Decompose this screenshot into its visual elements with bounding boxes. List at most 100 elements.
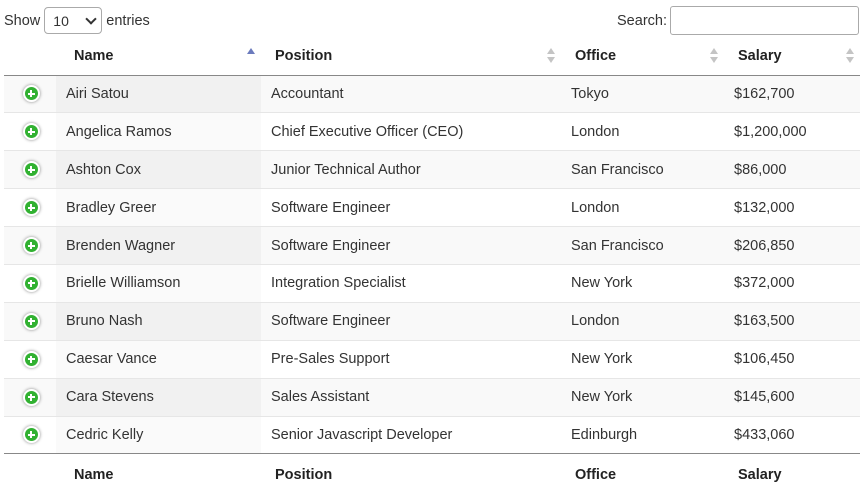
header-salary[interactable]: Salary: [724, 37, 860, 76]
cell-name: Cara Stevens: [56, 377, 261, 417]
cell-name: Airi Satou: [56, 75, 261, 113]
cell-salary: $162,700: [724, 75, 860, 113]
plus-circle-icon[interactable]: [22, 199, 40, 217]
row-control-cell: [4, 339, 56, 379]
cell-position: Integration Specialist: [261, 263, 561, 303]
table-row: Caesar Vance Pre-Sales Support New York …: [4, 339, 860, 379]
entries-per-page-select[interactable]: 10: [44, 7, 103, 34]
row-control-cell: [4, 188, 56, 227]
plus-circle-icon[interactable]: [22, 85, 40, 103]
footer-control-column: [4, 453, 56, 494]
cell-position: Junior Technical Author: [261, 150, 561, 189]
header-position[interactable]: Position: [261, 37, 561, 76]
search-box: Search:: [617, 6, 859, 35]
header-office-label: Office: [575, 47, 617, 64]
cell-position: Software Engineer: [261, 188, 561, 227]
cell-position: Pre-Sales Support: [261, 339, 561, 379]
header-name-label: Name: [74, 47, 114, 64]
plus-circle-icon[interactable]: [22, 388, 40, 406]
table-row: Brenden Wagner Software Engineer San Fra…: [4, 226, 860, 265]
cell-salary: $106,450: [724, 339, 860, 379]
cell-name: Cedric Kelly: [56, 415, 261, 454]
sort-asc-icon: [247, 48, 255, 54]
header-control-column: [4, 37, 56, 76]
cell-salary: $372,000: [724, 263, 860, 303]
row-control-cell: [4, 415, 56, 454]
cell-position: Chief Executive Officer (CEO): [261, 112, 561, 151]
show-label: Show: [4, 12, 41, 29]
cell-name: Ashton Cox: [56, 150, 261, 189]
cell-office: San Francisco: [561, 150, 724, 189]
cell-salary: $163,500: [724, 301, 860, 341]
plus-circle-icon[interactable]: [22, 426, 40, 444]
footer-office: Office: [561, 453, 724, 494]
cell-name: Angelica Ramos: [56, 112, 261, 151]
table-row: Cara Stevens Sales Assistant New York $1…: [4, 377, 860, 417]
sort-both-icon: [710, 48, 718, 64]
table-row: Airi Satou Accountant Tokyo $162,700: [4, 75, 860, 113]
plus-circle-icon[interactable]: [22, 274, 40, 292]
table-header-row: Name Position Office Salary: [4, 37, 860, 76]
cell-name: Bruno Nash: [56, 301, 261, 341]
footer-position: Position: [261, 453, 561, 494]
header-salary-label: Salary: [738, 47, 782, 64]
cell-position: Senior Javascript Developer: [261, 415, 561, 454]
cell-office: Tokyo: [561, 75, 724, 113]
row-control-cell: [4, 226, 56, 265]
plus-circle-icon[interactable]: [22, 350, 40, 368]
row-control-cell: [4, 150, 56, 189]
table-toolbar: Show 10 entries Search:: [0, 0, 864, 40]
search-input[interactable]: [670, 6, 859, 35]
cell-salary: $1,200,000: [724, 112, 860, 151]
cell-position: Sales Assistant: [261, 377, 561, 417]
cell-salary: $132,000: [724, 188, 860, 227]
plus-circle-icon[interactable]: [22, 123, 40, 141]
table-row: Cedric Kelly Senior Javascript Developer…: [4, 415, 860, 454]
cell-office: London: [561, 112, 724, 151]
cell-name: Caesar Vance: [56, 339, 261, 379]
sort-both-icon: [547, 48, 555, 64]
employee-table: Name Position Office Salary Airi Satou A…: [4, 37, 860, 494]
cell-salary: $433,060: [724, 415, 860, 454]
cell-salary: $86,000: [724, 150, 860, 189]
table-footer-row: Name Position Office Salary: [4, 453, 860, 494]
cell-office: San Francisco: [561, 226, 724, 265]
cell-position: Software Engineer: [261, 301, 561, 341]
cell-name: Brenden Wagner: [56, 226, 261, 265]
row-control-cell: [4, 75, 56, 113]
cell-name: Brielle Williamson: [56, 263, 261, 303]
row-control-cell: [4, 377, 56, 417]
header-name[interactable]: Name: [56, 37, 261, 76]
row-control-cell: [4, 112, 56, 151]
cell-office: London: [561, 301, 724, 341]
search-label: Search:: [617, 12, 667, 29]
cell-salary: $206,850: [724, 226, 860, 265]
row-control-cell: [4, 263, 56, 303]
plus-circle-icon[interactable]: [22, 161, 40, 179]
cell-office: New York: [561, 377, 724, 417]
header-office[interactable]: Office: [561, 37, 724, 76]
table-row: Brielle Williamson Integration Specialis…: [4, 263, 860, 303]
plus-circle-icon[interactable]: [22, 237, 40, 254]
table-body: Airi Satou Accountant Tokyo $162,700 Ang…: [4, 75, 860, 454]
table-row: Ashton Cox Junior Technical Author San F…: [4, 150, 860, 189]
table-row: Bruno Nash Software Engineer London $163…: [4, 301, 860, 341]
length-menu: Show 10 entries: [4, 7, 150, 34]
plus-circle-icon[interactable]: [22, 312, 40, 330]
sort-both-icon: [846, 48, 854, 64]
footer-name: Name: [56, 453, 261, 494]
cell-position: Software Engineer: [261, 226, 561, 265]
cell-salary: $145,600: [724, 377, 860, 417]
cell-office: Edinburgh: [561, 415, 724, 454]
footer-salary: Salary: [724, 453, 860, 494]
cell-office: London: [561, 188, 724, 227]
chevron-down-icon: [85, 12, 97, 25]
entries-label: entries: [106, 12, 150, 29]
header-position-label: Position: [275, 47, 333, 64]
table-row: Angelica Ramos Chief Executive Officer (…: [4, 112, 860, 151]
entries-per-page-value: 10: [53, 12, 69, 29]
table-row: Bradley Greer Software Engineer London $…: [4, 188, 860, 227]
row-control-cell: [4, 301, 56, 341]
cell-office: New York: [561, 263, 724, 303]
cell-office: New York: [561, 339, 724, 379]
